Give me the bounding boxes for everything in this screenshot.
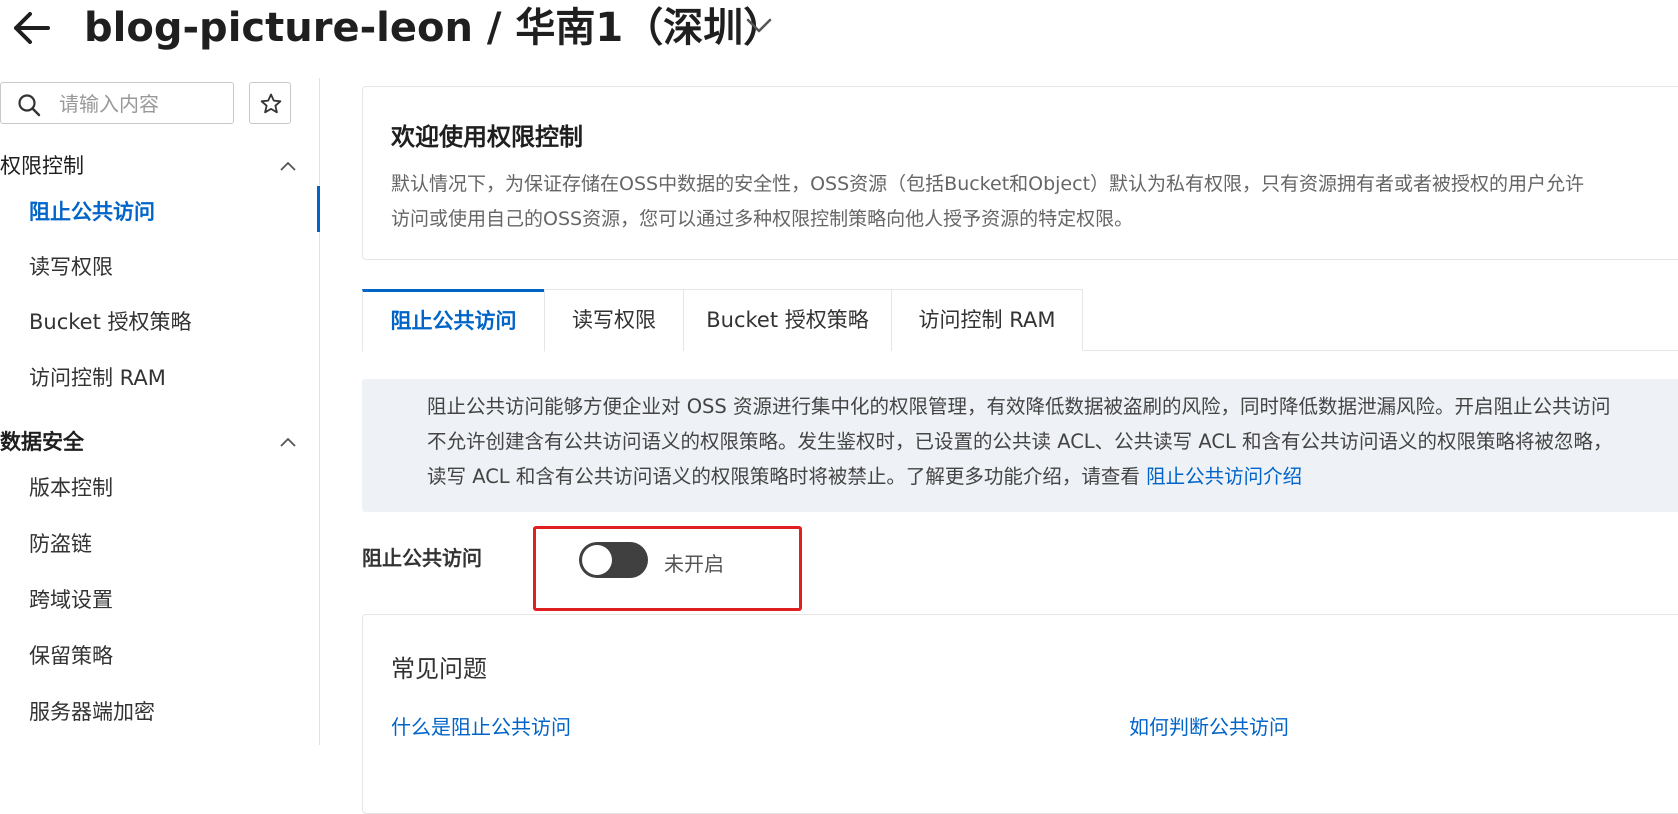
favorite-button[interactable]: [249, 82, 291, 124]
sidebar-item-label: 版本控制: [29, 476, 113, 500]
welcome-card: 欢迎使用权限控制 默认情况下，为保证存储在OSS中数据的安全性，OSS资源（包括…: [362, 86, 1678, 260]
sidebar-item-label: 读写权限: [29, 255, 113, 279]
tab-bar: 阻止公共访问 读写权限 Bucket 授权策略 访问控制 RAM: [362, 289, 1678, 352]
info-line: 不允许创建含有公共访问语义的权限策略。发生鉴权时，已设置的公共读 ACL、公共读…: [427, 430, 1613, 453]
toggle-state-text: 未开启: [664, 552, 724, 576]
sidebar-item-retention[interactable]: 保留策略: [0, 630, 320, 676]
tab-bucket-policy[interactable]: Bucket 授权策略: [683, 289, 892, 351]
sidebar-item-label: 保留策略: [29, 644, 113, 668]
sidebar-item-label: 访问控制 RAM: [29, 366, 166, 390]
sidebar-item-ram[interactable]: 访问控制 RAM: [0, 352, 320, 398]
info-line-with-link: 读写 ACL 和含有公共访问语义的权限策略时将被禁止。了解更多功能介绍，请查看 …: [427, 459, 1678, 494]
star-icon: [260, 93, 282, 114]
chevron-down-icon[interactable]: [744, 14, 774, 38]
welcome-line: 访问或使用自己的OSS资源，您可以通过多种权限控制策略向他人授予资源的特定权限。: [391, 208, 1134, 230]
tab-ram[interactable]: 访问控制 RAM: [891, 289, 1083, 351]
chevron-up-icon: [280, 432, 296, 451]
sidebar-item-label: 阻止公共访问: [29, 200, 155, 224]
sidebar-group-data-security[interactable]: 数据安全: [0, 420, 300, 460]
search-icon: [17, 93, 41, 117]
info-box: 阻止公共访问能够方便企业对 OSS 资源进行集中化的权限管理，有效降低数据被盗刷…: [362, 379, 1678, 512]
top-bar: blog-picture-leon / 华南1（深圳）: [0, 0, 1678, 60]
page-title: blog-picture-leon / 华南1（深圳）: [84, 5, 784, 51]
sidebar-item-label: Bucket 授权策略: [29, 310, 192, 334]
sidebar-item-bucket-policy[interactable]: Bucket 授权策略: [0, 296, 320, 342]
info-line: 阻止公共访问能够方便企业对 OSS 资源进行集中化的权限管理，有效降低数据被盗刷…: [427, 395, 1611, 418]
sidebar-item-hotlink-protection[interactable]: 防盗链: [0, 518, 320, 564]
main-content: 欢迎使用权限控制 默认情况下，为保证存储在OSS中数据的安全性，OSS资源（包括…: [362, 86, 1678, 814]
welcome-title: 欢迎使用权限控制: [391, 123, 583, 151]
sidebar-item-versioning[interactable]: 版本控制: [0, 462, 320, 508]
welcome-line: 默认情况下，为保证存储在OSS中数据的安全性，OSS资源（包括Bucket和Ob…: [391, 173, 1585, 195]
faq-title: 常见问题: [391, 655, 487, 683]
sidebar-item-block-public-access[interactable]: 阻止公共访问: [0, 186, 320, 232]
sidebar: 权限控制 阻止公共访问 读写权限 Bucket 授权策略 访问控制 RAM 数据…: [0, 78, 320, 745]
faq-link-what-is[interactable]: 什么是阻止公共访问: [391, 711, 571, 740]
back-arrow-icon[interactable]: [8, 6, 52, 50]
tab-block-public-access[interactable]: 阻止公共访问: [362, 289, 545, 352]
sidebar-item-cors[interactable]: 跨域设置: [0, 574, 320, 620]
tab-read-write-acl[interactable]: 读写权限: [544, 289, 684, 351]
intro-link[interactable]: 阻止公共访问介绍: [1146, 465, 1302, 488]
sidebar-item-read-write-acl[interactable]: 读写权限: [0, 241, 320, 287]
sidebar-item-encryption[interactable]: 服务器端加密: [0, 686, 320, 732]
toggle-knob: [582, 545, 612, 575]
faq-card: 常见问题 什么是阻止公共访问 如何判断公共访问: [362, 614, 1678, 814]
sidebar-group-access-control[interactable]: 权限控制: [0, 144, 300, 184]
block-public-access-label: 阻止公共访问: [362, 546, 482, 570]
search-input[interactable]: [59, 89, 219, 119]
info-text: 阻止公共访问能够方便企业对 OSS 资源进行集中化的权限管理，有效降低数据被盗刷…: [427, 389, 1678, 494]
block-public-access-toggle[interactable]: [579, 542, 648, 578]
sidebar-group-label: 权限控制: [0, 154, 84, 178]
chevron-up-icon: [280, 156, 296, 175]
faq-link-how-to-judge[interactable]: 如何判断公共访问: [1129, 711, 1289, 740]
info-line: 读写 ACL 和含有公共访问语义的权限策略时将被禁止。了解更多功能介绍，请查看: [427, 465, 1147, 488]
sidebar-group-label: 数据安全: [0, 430, 84, 454]
welcome-description: 默认情况下，为保证存储在OSS中数据的安全性，OSS资源（包括Bucket和Ob…: [391, 167, 1678, 237]
sidebar-item-label: 防盗链: [29, 532, 92, 556]
sidebar-item-label: 服务器端加密: [29, 700, 155, 724]
search-box[interactable]: [0, 82, 234, 124]
sidebar-item-label: 跨域设置: [29, 588, 113, 612]
